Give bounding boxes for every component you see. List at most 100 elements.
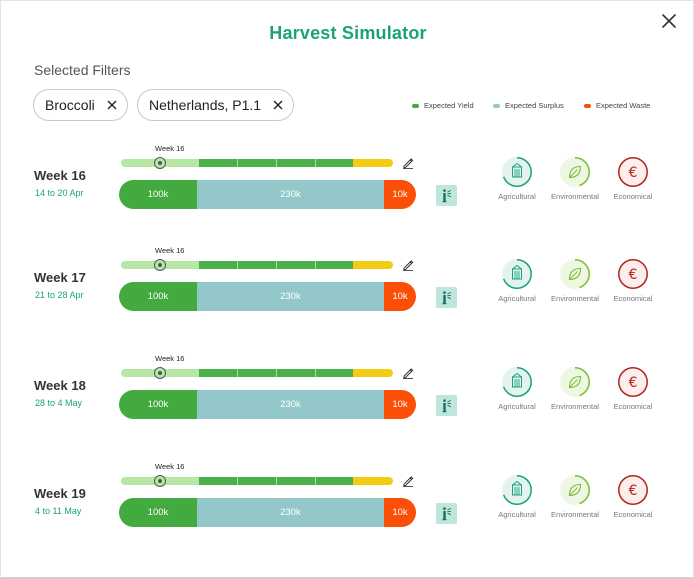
expected-surplus-segment: 230k xyxy=(197,498,384,527)
week-row: Week 18 28 to 4 May Week 16 100k 230k 10… xyxy=(1,354,694,434)
harvest-distribution-bar: 100k 230k 10k xyxy=(119,180,416,209)
impact-environmental[interactable]: Environmental xyxy=(545,366,605,411)
expected-surplus-segment: 230k xyxy=(197,180,384,209)
impact-label: Economical xyxy=(613,510,653,519)
slider-warning-segment xyxy=(353,369,393,377)
expected-surplus-segment: 230k xyxy=(197,390,384,419)
leaf-icon xyxy=(560,367,590,397)
impact-label: Environmental xyxy=(551,510,599,519)
harvest-distribution-bar: 100k 230k 10k xyxy=(119,282,416,311)
legend-swatch xyxy=(584,103,591,108)
selected-filters-label: Selected Filters xyxy=(34,62,131,78)
slider-yield-segment xyxy=(199,261,353,269)
leaf-icon xyxy=(560,475,590,505)
remove-filter-icon[interactable] xyxy=(107,100,117,110)
week-date-range: 4 to 11 May xyxy=(35,506,82,516)
expected-waste-segment: 10k xyxy=(384,282,416,311)
harvest-simulator-dialog: Harvest Simulator Selected Filters Brocc… xyxy=(0,0,694,579)
week-date-range: 28 to 4 May xyxy=(35,398,83,408)
slider-handle[interactable] xyxy=(154,157,166,169)
svg-text:€: € xyxy=(629,375,638,391)
week-name: Week 18 xyxy=(34,378,86,393)
svg-text:€: € xyxy=(629,483,638,499)
filter-chip-crop[interactable]: Broccoli xyxy=(33,89,128,121)
harvest-distribution-bar: 100k 230k 10k xyxy=(119,498,416,527)
sprinkler-info-icon[interactable] xyxy=(436,287,457,308)
leaf-icon xyxy=(560,157,590,187)
agricultural-icon xyxy=(502,259,532,289)
filter-chip-label: Netherlands, P1.1 xyxy=(149,97,262,113)
legend-item-surplus: Expected Surplus xyxy=(493,101,564,110)
slider-handle[interactable] xyxy=(154,475,166,487)
edit-icon[interactable] xyxy=(402,475,414,487)
legend-swatch xyxy=(493,103,500,108)
impact-environmental[interactable]: Environmental xyxy=(545,156,605,201)
sprinkler-info-icon[interactable] xyxy=(436,395,457,416)
close-icon[interactable] xyxy=(659,11,679,31)
impact-label: Agricultural xyxy=(498,510,536,519)
impact-label: Agricultural xyxy=(498,192,536,201)
impact-agricultural[interactable]: Agricultural xyxy=(487,258,547,303)
impact-agricultural[interactable]: Agricultural xyxy=(487,156,547,201)
impact-agricultural[interactable]: Agricultural xyxy=(487,366,547,411)
euro-icon: € xyxy=(618,475,648,505)
sprinkler-info-icon[interactable] xyxy=(436,503,457,524)
impact-label: Environmental xyxy=(551,294,599,303)
week-row: Week 19 4 to 11 May Week 16 100k 230k 10… xyxy=(1,462,694,542)
slider-handle[interactable] xyxy=(154,367,166,379)
edit-icon[interactable] xyxy=(402,157,414,169)
impact-agricultural[interactable]: Agricultural xyxy=(487,474,547,519)
impact-economical[interactable]: € Economical xyxy=(603,258,663,303)
expected-yield-segment: 100k xyxy=(119,498,197,527)
legend-swatch xyxy=(412,103,419,108)
impact-label: Agricultural xyxy=(498,294,536,303)
impact-label: Economical xyxy=(613,294,653,303)
impact-economical[interactable]: € Economical xyxy=(603,156,663,201)
edit-icon[interactable] xyxy=(402,367,414,379)
week-date-range: 14 to 20 Apr xyxy=(35,188,84,198)
expected-surplus-segment: 230k xyxy=(197,282,384,311)
impact-environmental[interactable]: Environmental xyxy=(545,474,605,519)
slider-yield-segment xyxy=(199,369,353,377)
harvest-distribution-bar: 100k 230k 10k xyxy=(119,390,416,419)
expected-waste-segment: 10k xyxy=(384,180,416,209)
expected-waste-segment: 10k xyxy=(384,390,416,419)
slider-week-label: Week 16 xyxy=(155,354,185,363)
slider-warning-segment xyxy=(353,477,393,485)
leaf-icon xyxy=(560,259,590,289)
slider-week-label: Week 16 xyxy=(155,144,185,153)
agricultural-icon xyxy=(502,475,532,505)
euro-icon: € xyxy=(618,157,648,187)
impact-label: Agricultural xyxy=(498,402,536,411)
expected-yield-segment: 100k xyxy=(119,390,197,419)
impact-label: Environmental xyxy=(551,192,599,201)
impact-label: Environmental xyxy=(551,402,599,411)
impact-economical[interactable]: € Economical xyxy=(603,474,663,519)
svg-text:€: € xyxy=(629,165,638,181)
impact-label: Economical xyxy=(613,402,653,411)
slider-week-label: Week 16 xyxy=(155,246,185,255)
week-row: Week 16 14 to 20 Apr Week 16 100k 230k 1… xyxy=(1,144,694,224)
impact-environmental[interactable]: Environmental xyxy=(545,258,605,303)
legend-label: Expected Waste xyxy=(596,101,651,110)
week-name: Week 19 xyxy=(34,486,86,501)
expected-yield-segment: 100k xyxy=(119,180,197,209)
filter-chip-label: Broccoli xyxy=(45,97,95,113)
legend-item-waste: Expected Waste xyxy=(584,101,650,110)
agricultural-icon xyxy=(502,367,532,397)
slider-handle[interactable] xyxy=(154,259,166,271)
filter-chip-location[interactable]: Netherlands, P1.1 xyxy=(137,89,295,121)
euro-icon: € xyxy=(618,367,648,397)
remove-filter-icon[interactable] xyxy=(273,100,283,110)
slider-yield-segment xyxy=(199,159,353,167)
agricultural-icon xyxy=(502,157,532,187)
slider-warning-segment xyxy=(353,261,393,269)
dialog-title: Harvest Simulator xyxy=(269,23,427,43)
legend-label: Expected Surplus xyxy=(505,101,564,110)
slider-yield-segment xyxy=(199,477,353,485)
edit-icon[interactable] xyxy=(402,259,414,271)
impact-economical[interactable]: € Economical xyxy=(603,366,663,411)
week-name: Week 17 xyxy=(34,270,86,285)
sprinkler-info-icon[interactable] xyxy=(436,185,457,206)
week-name: Week 16 xyxy=(34,168,86,183)
